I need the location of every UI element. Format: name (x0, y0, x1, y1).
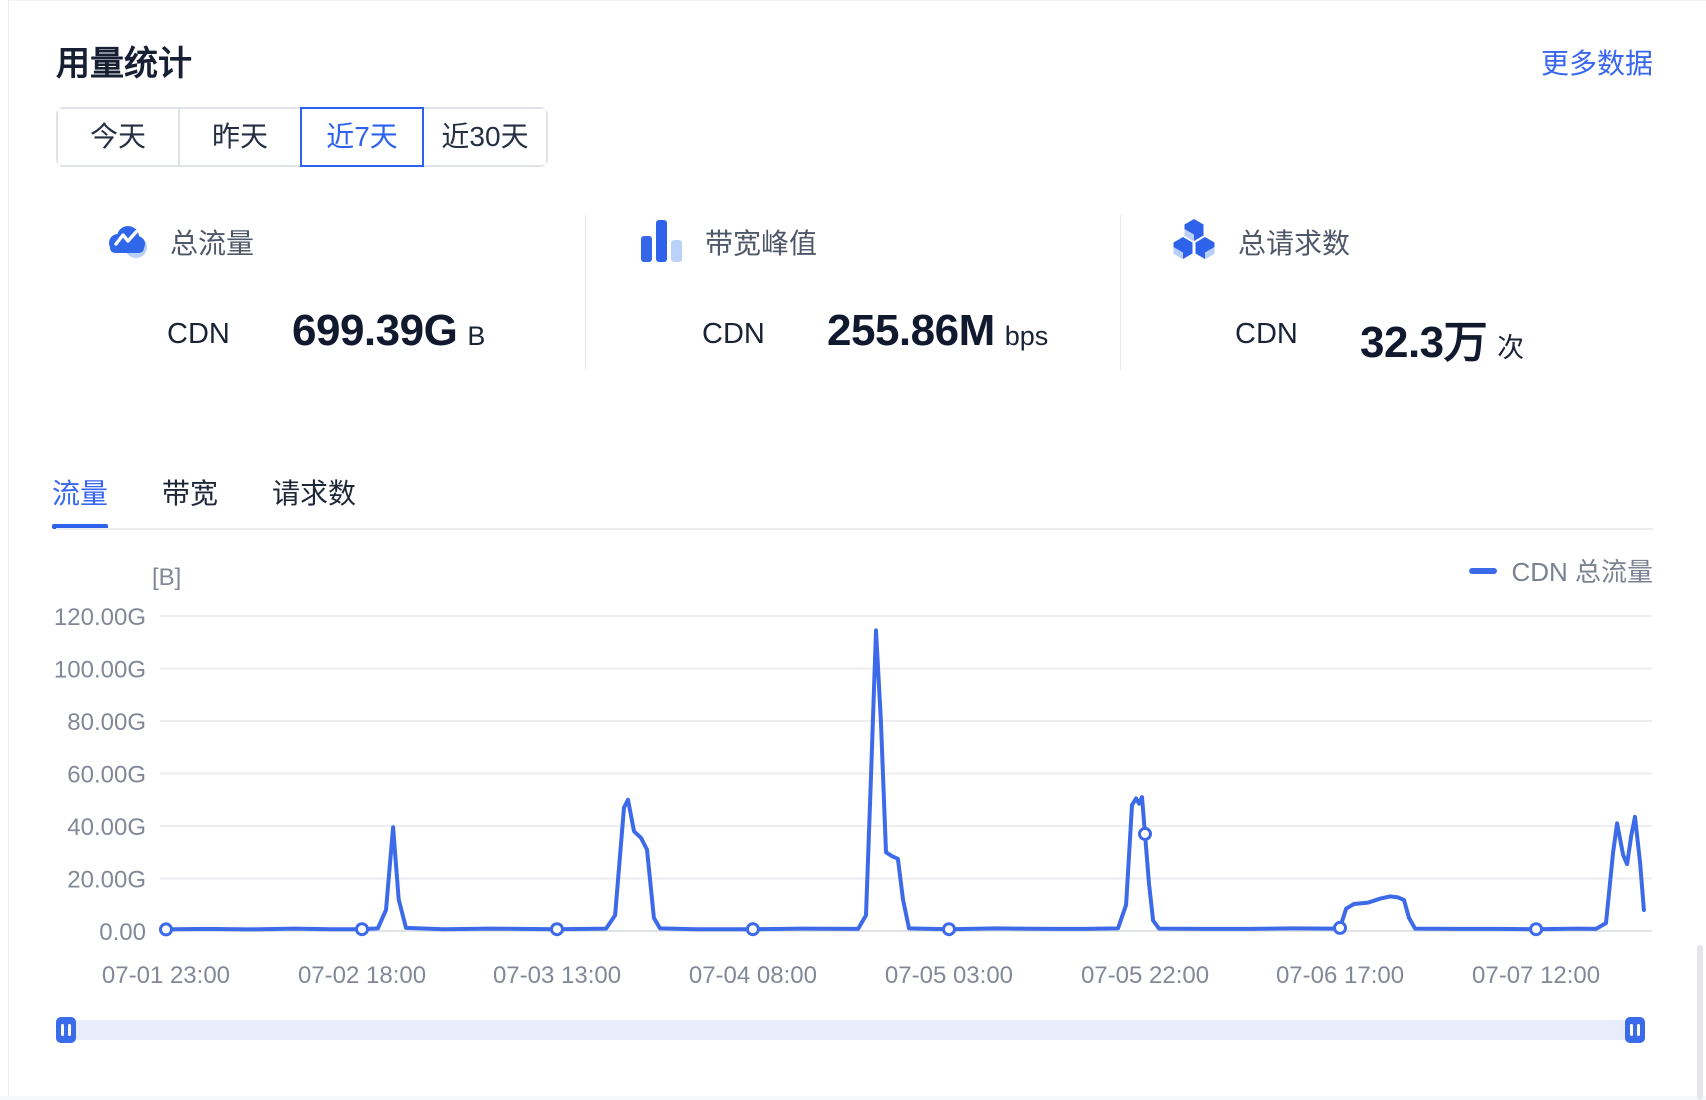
requests-cubes-icon (1170, 216, 1218, 269)
series-line (166, 630, 1644, 929)
data-point-marker (552, 924, 563, 935)
stat-label: 总请求数 (1238, 222, 1350, 262)
chart-tab-bandwidth[interactable]: 带宽 (162, 472, 218, 512)
usage-line-chart: 0.00 20.00G 40.00G 60.00G 80.00G 100.00G 120.0… (0, 535, 1706, 1005)
stat-label: 带宽峰值 (705, 222, 817, 262)
stat-label: 总流量 (170, 222, 254, 262)
data-point-marker (944, 924, 955, 935)
time-tab-last30days[interactable]: 近30天 (424, 109, 546, 165)
bottom-edge-strip (0, 1096, 1706, 1100)
tabs-divider (56, 528, 1653, 530)
stat-unit: bps (1005, 321, 1049, 352)
x-axis-tick-label: 07-01 23:00 (102, 962, 230, 989)
stat-product: CDN (167, 318, 230, 351)
time-range-tabs: 今天 昨天 近7天 近30天 (56, 107, 548, 167)
chart-datazoom-slider[interactable] (56, 1020, 1645, 1040)
x-axis-tick-label: 07-05 03:00 (885, 962, 1013, 989)
time-tab-yesterday[interactable]: 昨天 (180, 109, 302, 165)
bandwidth-bars-icon (637, 216, 685, 269)
chart-metric-tabs: 流量 带宽 请求数 (52, 472, 356, 512)
stat-card-peak-bandwidth: 带宽峰值 CDN 255.86M bps (637, 218, 817, 368)
stat-value: 32.3万 (1360, 306, 1487, 370)
stat-unit: B (467, 321, 485, 352)
datazoom-left-handle[interactable] (56, 1017, 76, 1043)
x-axis-tick-label: 07-02 18:00 (298, 962, 426, 989)
y-axis-tick-label: 60.00G (67, 762, 146, 789)
panel-top-border (8, 0, 1706, 1)
x-axis-tick-label: 07-04 08:00 (689, 962, 817, 989)
y-axis-tick-label: 120.00G (54, 604, 146, 631)
stat-unit: 次 (1497, 326, 1524, 365)
y-axis-unit-label: [B] (152, 564, 181, 591)
x-axis-labels: 07-01 23:00 07-02 18:00 07-03 13:00 07-04 0… (102, 962, 1600, 989)
x-axis-tick-label: 07-06 17:00 (1276, 962, 1404, 989)
chart-tab-traffic[interactable]: 流量 (52, 472, 108, 512)
data-point-markers (161, 828, 1542, 935)
page-scrollbar-thumb[interactable] (1697, 945, 1703, 1100)
time-tab-today[interactable]: 今天 (58, 109, 180, 165)
y-axis-tick-label: 40.00G (67, 814, 146, 841)
stat-divider (1120, 215, 1121, 370)
x-axis-tick-label: 07-07 12:00 (1472, 962, 1600, 989)
cloud-traffic-icon (102, 216, 150, 269)
data-point-marker (1140, 828, 1151, 839)
x-axis-tick-label: 07-03 13:00 (493, 962, 621, 989)
stat-product: CDN (702, 318, 765, 351)
y-axis-tick-label: 100.00G (54, 657, 146, 684)
stat-value: 699.39G (292, 306, 457, 356)
stat-product: CDN (1235, 318, 1298, 351)
data-point-marker (357, 924, 368, 935)
data-point-marker (1335, 922, 1346, 933)
stat-divider (585, 215, 586, 370)
time-tab-last7days[interactable]: 近7天 (302, 109, 424, 165)
stat-card-total-requests: 总请求数 CDN 32.3万 次 (1170, 218, 1350, 368)
x-axis-tick-label: 07-05 22:00 (1081, 962, 1209, 989)
datazoom-right-handle[interactable] (1625, 1017, 1645, 1043)
more-data-link[interactable]: 更多数据 (1541, 42, 1653, 82)
stat-card-total-traffic: 总流量 CDN 699.39G B (102, 218, 254, 368)
grid-lines: 0.00 20.00G 40.00G 60.00G 80.00G 100.00G 120.0… (54, 604, 1652, 946)
data-point-marker (161, 924, 172, 935)
y-axis-tick-label: 80.00G (67, 709, 146, 736)
data-point-marker (747, 924, 758, 935)
page-title: 用量统计 (56, 36, 192, 85)
chart-tab-requests[interactable]: 请求数 (272, 472, 356, 512)
y-axis-tick-label: 0.00 (99, 919, 146, 946)
y-axis-tick-label: 20.00G (67, 867, 146, 894)
stat-value: 255.86M (827, 306, 995, 356)
data-point-marker (1531, 924, 1542, 935)
